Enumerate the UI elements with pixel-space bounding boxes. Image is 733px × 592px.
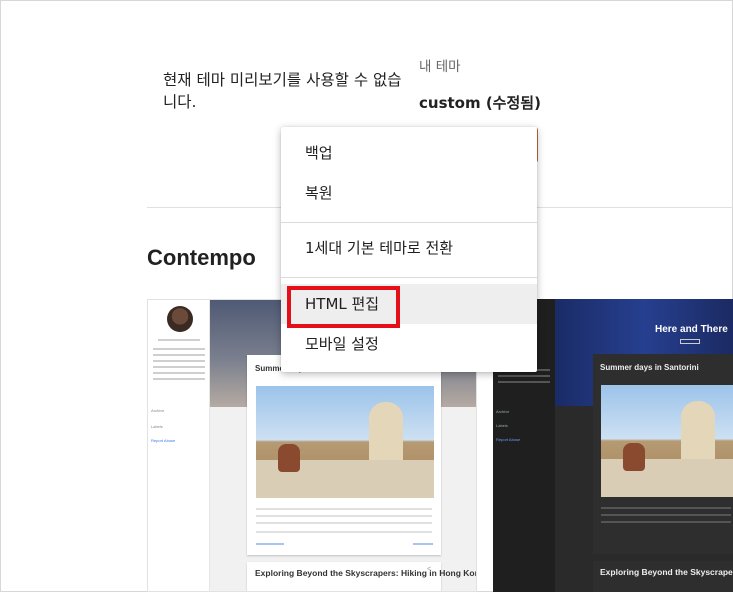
thumbnail-post-card: Summer days in Santorini (593, 354, 733, 554)
header-button (680, 339, 700, 344)
theme-section-title: Contempo (147, 245, 256, 270)
post-image (256, 386, 434, 498)
share-icon: < (427, 566, 432, 573)
sidebar-line (153, 378, 205, 380)
post-image (601, 385, 733, 497)
post-text-line (601, 514, 731, 516)
theme-actions-menu: 백업 복원 1세대 기본 테마로 전환 HTML 편집 모바일 설정 (281, 127, 537, 372)
sidebar-item-report-abuse: Report Abuse (496, 437, 521, 442)
sidebar-item-archive: Archive (151, 408, 165, 413)
post-text-line (601, 507, 731, 509)
thumbnail-post-card: Summer days in Santorini (247, 355, 441, 555)
sidebar-line (498, 375, 550, 377)
thumbnail-sidebar: Archive Labels Report Abuse (148, 300, 210, 591)
sidebar-line (498, 381, 550, 383)
menu-item-backup[interactable]: 백업 (281, 133, 537, 173)
post-text-line (256, 515, 432, 517)
sidebar-item-report-abuse: Report Abuse (151, 438, 176, 443)
menu-item-revert-classic-theme[interactable]: 1세대 기본 테마로 전환 (281, 228, 537, 268)
my-theme-label: 내 테마 (419, 59, 461, 75)
post-image-pot (623, 443, 645, 471)
edit-html-highlight-box (287, 286, 400, 328)
sidebar-line (153, 372, 205, 374)
post-text-line (256, 508, 432, 510)
sidebar-item-labels: Labels (496, 423, 508, 428)
sidebar-line (153, 354, 205, 356)
menu-divider (281, 277, 537, 278)
post-comment-link (256, 543, 284, 545)
post-text-line (256, 522, 432, 524)
post-text-line (256, 531, 432, 533)
preview-unavailable-text: 현재 테마 미리보기를 사용할 수 없습니다. (163, 71, 402, 111)
my-theme-name: custom (수정됨) (419, 94, 541, 112)
post-text-line (601, 521, 731, 523)
sidebar-line (153, 360, 205, 362)
post-image-pot (278, 444, 300, 472)
sidebar-line (153, 348, 205, 350)
post-read-more-link (413, 543, 433, 545)
sidebar-item-archive: Archive (496, 409, 510, 414)
thumbnail-post-card-2: Exploring Beyond the Skyscrapers: Hiking… (593, 561, 733, 592)
menu-divider (281, 222, 537, 223)
sidebar-line (153, 366, 205, 368)
post-title-2: Exploring Beyond the Skyscrapers: Hiking… (255, 568, 477, 578)
sidebar-item-labels: Labels (151, 424, 163, 429)
post-title-2: Exploring Beyond the Skyscrapers: Hiking… (600, 567, 733, 577)
blog-title: Here and There (655, 324, 728, 335)
thumbnail-post-card-2: Exploring Beyond the Skyscrapers: Hiking… (247, 562, 476, 591)
menu-item-restore[interactable]: 복원 (281, 173, 537, 213)
menu-item-mobile-settings[interactable]: 모바일 설정 (281, 324, 537, 364)
sidebar-line (158, 339, 200, 341)
post-image-tower (369, 402, 403, 466)
post-title: Summer days in Santorini (600, 363, 699, 372)
avatar (167, 306, 193, 332)
post-image-tower (681, 401, 715, 465)
post-image-wall (601, 459, 733, 497)
